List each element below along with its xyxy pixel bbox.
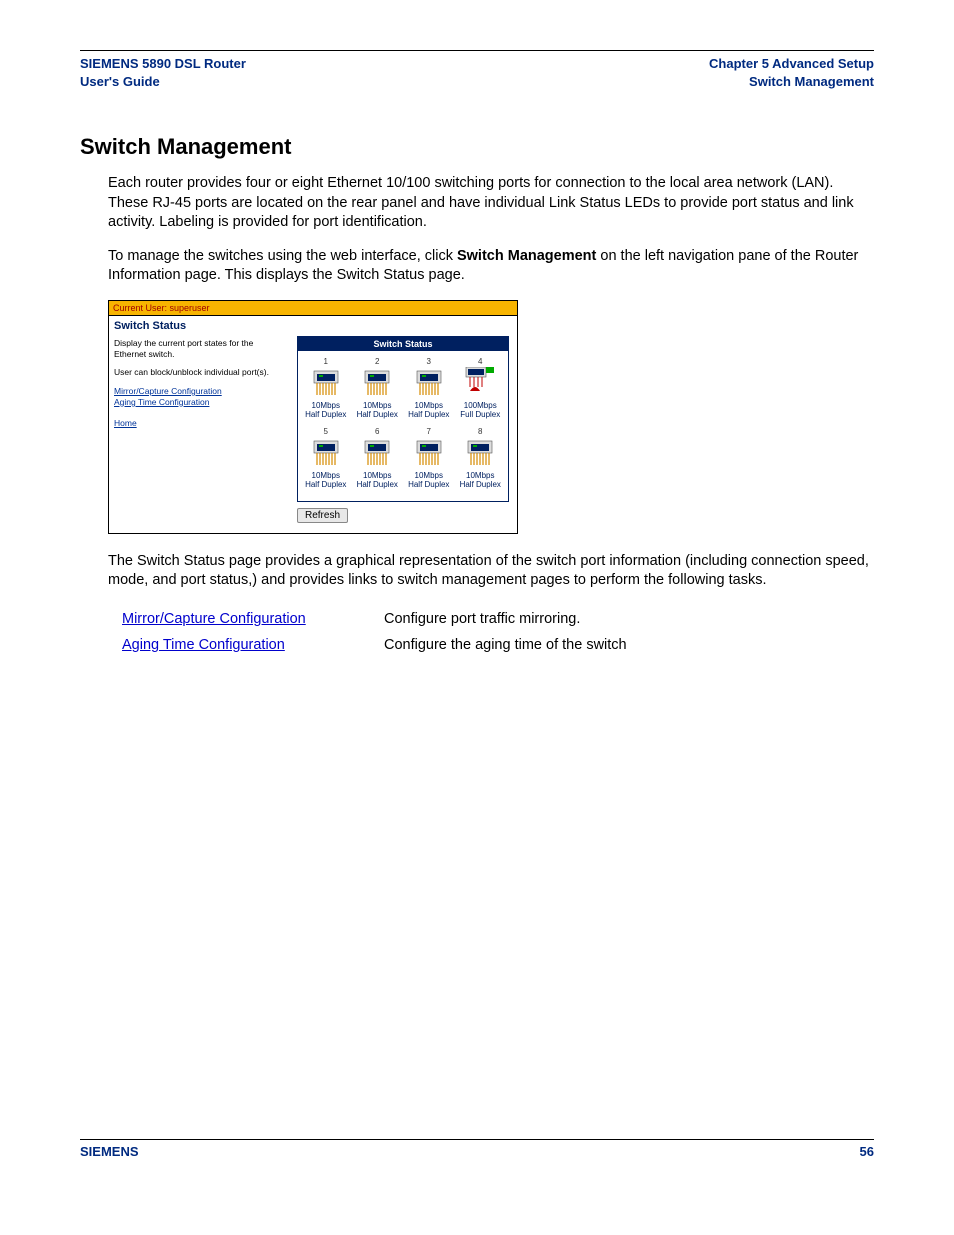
intro-paragraph-1: Each router provides four or eight Ether… — [108, 174, 874, 233]
switch-status-panel: Switch Status 110MbpsHalf Duplex210MbpsH… — [297, 336, 509, 502]
sidebar-link-home[interactable]: Home — [114, 418, 284, 428]
port-number: 2 — [352, 357, 404, 366]
header-chapter: Chapter 5 Advanced Setup — [709, 55, 874, 73]
port-cell[interactable]: 5 10MbpsHalf Duplex — [300, 425, 352, 495]
footer-brand: SIEMENS — [80, 1144, 139, 1159]
port-cell[interactable]: 4 100MbpsFull Duplex — [455, 355, 507, 425]
ethernet-port-icon — [455, 437, 507, 469]
port-speed: 10Mbps — [352, 471, 404, 480]
port-number: 6 — [352, 427, 404, 436]
sidebar-link-mirror[interactable]: Mirror/Capture Configuration — [114, 386, 284, 396]
ethernet-port-icon — [300, 367, 352, 399]
header-guide: User's Guide — [80, 73, 246, 91]
port-duplex: Half Duplex — [352, 480, 404, 489]
port-speed: 100Mbps — [455, 401, 507, 410]
port-speed: 10Mbps — [300, 471, 352, 480]
port-duplex: Half Duplex — [403, 480, 455, 489]
task-desc: Configure port traffic mirroring. — [384, 607, 627, 631]
port-number: 4 — [455, 357, 507, 366]
section-heading: Switch Management — [80, 134, 874, 160]
port-cell[interactable]: 1 10MbpsHalf Duplex — [300, 355, 352, 425]
port-duplex: Full Duplex — [455, 410, 507, 419]
ethernet-port-icon — [455, 367, 507, 399]
port-cell[interactable]: 2 10MbpsHalf Duplex — [352, 355, 404, 425]
port-duplex: Half Duplex — [300, 410, 352, 419]
task-desc: Configure the aging time of the switch — [384, 633, 627, 657]
sidebar-desc-2: User can block/unblock individual port(s… — [114, 367, 284, 378]
current-user-bar: Current User: superuser — [109, 301, 517, 316]
table-row: Aging Time Configuration Configure the a… — [122, 633, 627, 657]
link-mirror-capture[interactable]: Mirror/Capture Configuration — [122, 611, 306, 627]
tasks-table: Mirror/Capture Configuration Configure p… — [120, 605, 629, 659]
port-number: 3 — [403, 357, 455, 366]
port-number: 5 — [300, 427, 352, 436]
port-number: 1 — [300, 357, 352, 366]
port-duplex: Half Duplex — [455, 480, 507, 489]
para2-text-a: To manage the switches using the web int… — [108, 248, 457, 264]
port-duplex: Half Duplex — [403, 410, 455, 419]
ethernet-port-icon — [352, 367, 404, 399]
page-header: SIEMENS 5890 DSL Router User's Guide Cha… — [80, 55, 874, 90]
footer-page-number: 56 — [860, 1144, 874, 1159]
port-speed: 10Mbps — [403, 401, 455, 410]
port-duplex: Half Duplex — [352, 410, 404, 419]
panel-title: Switch Status — [298, 337, 508, 351]
outro-paragraph: The Switch Status page provides a graphi… — [108, 552, 874, 591]
port-duplex: Half Duplex — [300, 480, 352, 489]
ethernet-port-icon — [352, 437, 404, 469]
link-aging-time[interactable]: Aging Time Configuration — [122, 637, 285, 653]
screenshot-sidebar: Switch Status Display the current port s… — [109, 316, 289, 533]
sidebar-link-aging[interactable]: Aging Time Configuration — [114, 397, 284, 407]
port-speed: 10Mbps — [403, 471, 455, 480]
port-speed: 10Mbps — [352, 401, 404, 410]
port-cell[interactable]: 7 10MbpsHalf Duplex — [403, 425, 455, 495]
port-cell[interactable]: 3 10MbpsHalf Duplex — [403, 355, 455, 425]
port-speed: 10Mbps — [300, 401, 352, 410]
intro-paragraph-2: To manage the switches using the web int… — [108, 247, 874, 286]
ethernet-port-icon — [403, 437, 455, 469]
ethernet-port-icon — [300, 437, 352, 469]
para2-bold: Switch Management — [457, 248, 596, 264]
header-section: Switch Management — [709, 73, 874, 91]
port-cell[interactable]: 6 10MbpsHalf Duplex — [352, 425, 404, 495]
sidebar-title: Switch Status — [114, 320, 284, 332]
port-number: 8 — [455, 427, 507, 436]
ethernet-port-icon — [403, 367, 455, 399]
port-number: 7 — [403, 427, 455, 436]
refresh-button[interactable]: Refresh — [297, 508, 348, 523]
switch-status-screenshot: Current User: superuser Switch Status Di… — [108, 300, 518, 534]
table-row: Mirror/Capture Configuration Configure p… — [122, 607, 627, 631]
port-speed: 10Mbps — [455, 471, 507, 480]
page-footer: SIEMENS 56 — [80, 1139, 874, 1159]
sidebar-desc-1: Display the current port states for the … — [114, 338, 284, 359]
port-cell[interactable]: 8 10MbpsHalf Duplex — [455, 425, 507, 495]
header-product: SIEMENS 5890 DSL Router — [80, 55, 246, 73]
